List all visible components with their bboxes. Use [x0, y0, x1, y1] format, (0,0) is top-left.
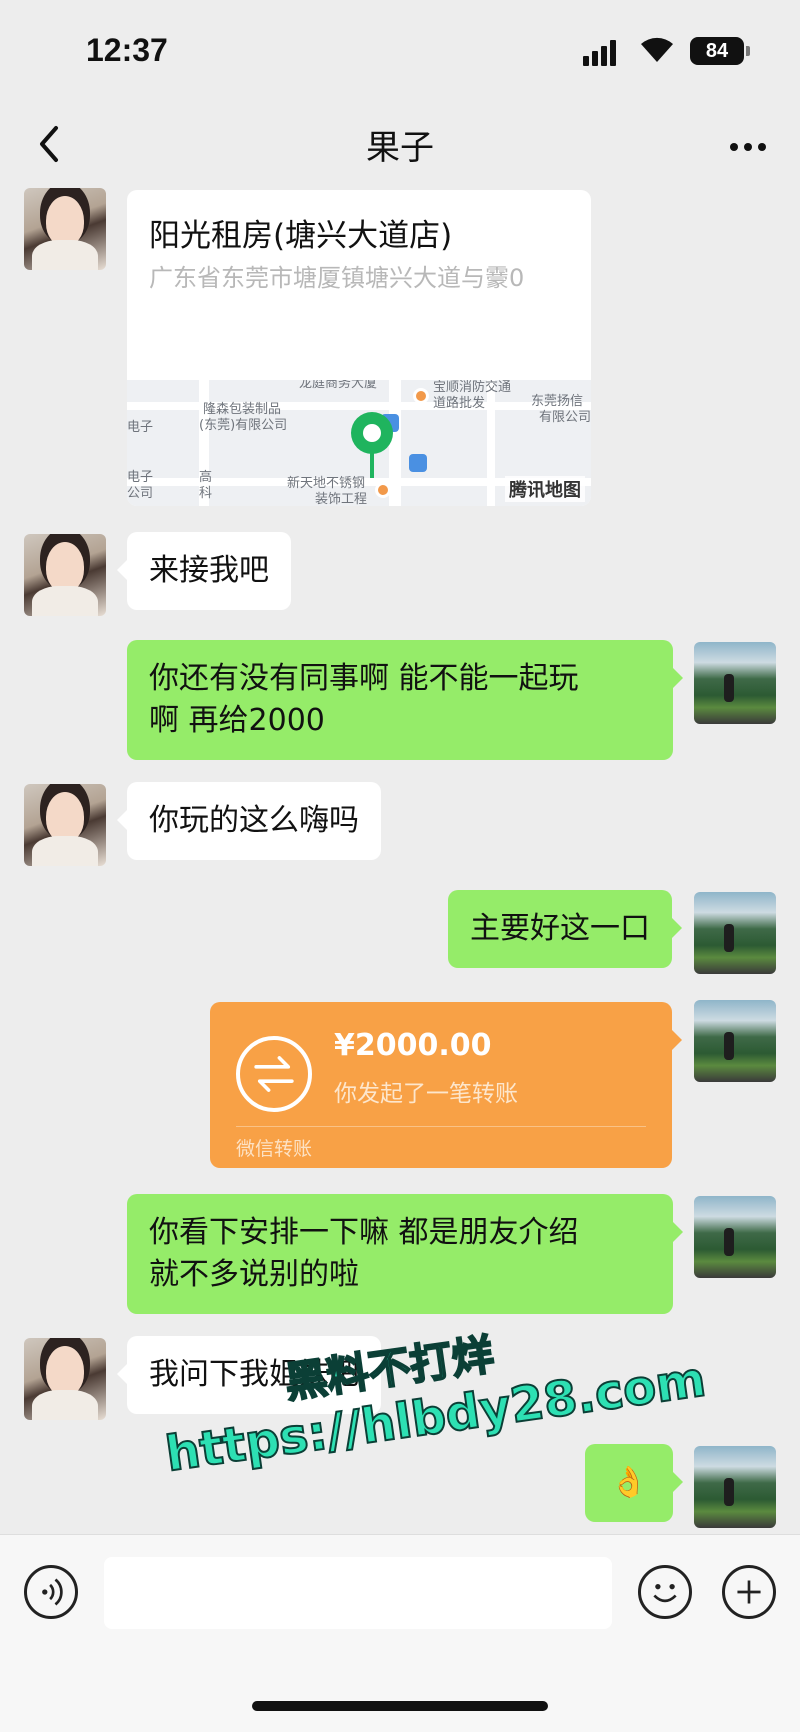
message-text: 我问下我姐妹吧: [149, 1357, 359, 1392]
wifi-icon: [641, 37, 673, 62]
ok-hand-emoji: 👌: [610, 1465, 648, 1500]
message-bubble-received[interactable]: 来接我吧: [117, 532, 291, 610]
my-avatar[interactable]: [694, 1000, 776, 1082]
map-pin-stem: [370, 452, 374, 478]
contact-avatar[interactable]: [24, 1338, 106, 1420]
map-label: 公司: [127, 486, 154, 501]
map-label: 宝顺消防交通: [433, 380, 512, 395]
message-bubble-sent[interactable]: 主要好这一口: [448, 890, 682, 968]
map-label: 有限公司: [539, 410, 591, 425]
map-label: 电子: [127, 420, 154, 435]
map-label: 龙庭商务大厦: [299, 380, 378, 391]
my-avatar[interactable]: [694, 642, 776, 724]
message-bubble-sent[interactable]: 👌: [585, 1444, 683, 1522]
transfer-card[interactable]: ¥2000.00 你发起了一笔转账 微信转账: [210, 1002, 682, 1168]
voice-input-icon[interactable]: [24, 1565, 78, 1619]
map-label: (东莞)有限公司: [199, 418, 288, 433]
message-bubble-received[interactable]: 我问下我姐妹吧: [117, 1336, 381, 1414]
message-text-line: 你还有没有同事啊 能不能一起玩: [149, 661, 579, 696]
message-bubble-sent[interactable]: 你还有没有同事啊 能不能一起玩 啊 再给2000: [127, 640, 683, 760]
message-bubble-received[interactable]: 你玩的这么嗨吗: [117, 782, 381, 860]
map-label: 隆森包装制品: [203, 402, 282, 417]
transfer-amount: ¥2000.00: [334, 1028, 492, 1063]
message-input[interactable]: [104, 1557, 612, 1629]
my-avatar[interactable]: [694, 1196, 776, 1278]
message-text: 主要好这一口: [470, 911, 650, 946]
map-brand-logo: 腾讯地图: [505, 476, 585, 502]
transfer-description: 你发起了一笔转账: [334, 1081, 518, 1107]
transfer-divider: [236, 1126, 646, 1127]
message-bubble-sent[interactable]: 你看下安排一下嘛 都是朋友介绍 就不多说别的啦: [127, 1194, 683, 1314]
my-avatar[interactable]: [694, 1446, 776, 1528]
map-label: 电子: [127, 470, 154, 485]
chat-header: 果子: [0, 100, 800, 188]
input-bar: [0, 1534, 800, 1732]
my-avatar[interactable]: [694, 892, 776, 974]
map-poi-icon: [413, 388, 429, 404]
battery-tip: [746, 46, 750, 56]
transfer-arrows-icon: [236, 1036, 312, 1112]
chat-title: 果子: [366, 128, 434, 168]
status-bar: 12:37 84: [0, 0, 800, 100]
message-text-line: 啊 再给2000: [149, 703, 325, 738]
signal-icon: [583, 40, 619, 66]
more-options-icon[interactable]: [726, 125, 770, 165]
map-label: 东莞扬信: [531, 394, 584, 409]
map-label: 科: [199, 486, 213, 501]
message-text-line: 就不多说别的啦: [149, 1257, 359, 1292]
map-label: 新天地不锈钢: [287, 476, 366, 491]
status-time: 12:37: [86, 32, 168, 68]
location-map[interactable]: 龙庭商务大厦 宝顺消防交通 道路批发 东莞扬信 有限公司 隆森包装制品 (东莞)…: [127, 380, 591, 506]
battery-icon: 84: [690, 37, 744, 65]
emoji-icon[interactable]: [638, 1565, 692, 1619]
location-address: 广东省东莞市塘厦镇塘兴大道与靀0: [149, 264, 525, 292]
message-text: 来接我吧: [149, 553, 269, 588]
contact-avatar[interactable]: [24, 784, 106, 866]
map-pin-icon: [351, 412, 393, 454]
location-name: 阳光租房(塘兴大道店): [149, 218, 453, 254]
transfer-footer-label: 微信转账: [236, 1138, 313, 1160]
message-text: 你玩的这么嗨吗: [149, 803, 359, 838]
contact-avatar[interactable]: [24, 188, 106, 270]
map-label: 装饰工程: [315, 492, 368, 506]
map-label: 高: [199, 470, 213, 485]
bus-stop-icon: [409, 454, 427, 472]
map-label: 道路批发: [433, 396, 486, 411]
home-indicator[interactable]: [252, 1701, 548, 1711]
map-poi-icon: [375, 482, 391, 498]
plus-icon[interactable]: [722, 1565, 776, 1619]
contact-avatar[interactable]: [24, 534, 106, 616]
location-message[interactable]: 阳光租房(塘兴大道店) 广东省东莞市塘厦镇塘兴大道与靀0 龙庭商务大厦 宝顺消防…: [127, 190, 591, 506]
message-text-line: 你看下安排一下嘛 都是朋友介绍: [149, 1215, 579, 1250]
